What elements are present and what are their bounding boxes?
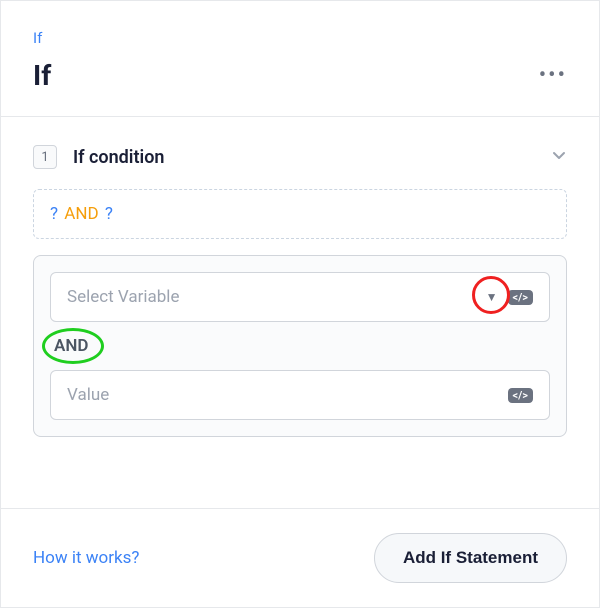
code-toggle-icon[interactable]: </>: [508, 388, 534, 403]
value-right-controls: </>: [508, 388, 534, 403]
more-menu-icon[interactable]: •••: [539, 63, 567, 88]
add-if-statement-button[interactable]: Add If Statement: [374, 533, 567, 583]
caret-down-icon[interactable]: ▼: [486, 290, 498, 304]
panel: If If ••• 1 If condition ? AND ? Select: [0, 0, 600, 608]
condition-header-left: 1 If condition: [33, 145, 164, 169]
operator-row[interactable]: AND: [50, 322, 550, 370]
body: 1 If condition ? AND ? Select Variable ▼: [1, 117, 599, 508]
code-toggle-icon[interactable]: </>: [508, 290, 534, 305]
header: If If •••: [1, 1, 599, 117]
chevron-down-icon[interactable]: [551, 147, 567, 167]
expr-right-placeholder: ?: [105, 204, 113, 224]
condition-label: If condition: [73, 147, 164, 168]
how-it-works-link[interactable]: How it works?: [33, 548, 139, 568]
breadcrumb[interactable]: If: [33, 29, 567, 47]
variable-placeholder: Select Variable: [67, 287, 179, 307]
operator-label: AND: [54, 336, 88, 356]
value-placeholder: Value: [67, 385, 109, 405]
footer: How it works? Add If Statement: [1, 508, 599, 607]
variable-right-controls: ▼ </>: [486, 290, 533, 305]
expression-preview: ? AND ?: [33, 189, 567, 239]
expr-left-placeholder: ?: [50, 204, 58, 224]
condition-index-badge: 1: [33, 145, 57, 169]
condition-header[interactable]: 1 If condition: [33, 145, 567, 169]
title-row: If •••: [33, 59, 567, 92]
page-title: If: [33, 59, 51, 92]
condition-inputs: Select Variable ▼ </> AND Value </>: [33, 255, 567, 437]
value-input[interactable]: Value </>: [50, 370, 550, 420]
variable-select[interactable]: Select Variable ▼ </>: [50, 272, 550, 322]
expr-operator: AND: [64, 204, 98, 224]
